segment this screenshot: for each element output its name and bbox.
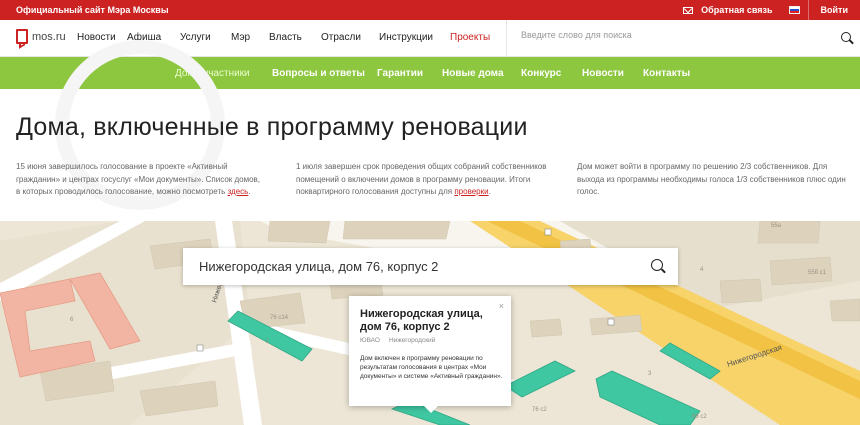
- search-icon[interactable]: [841, 32, 851, 42]
- nav-item-instructions[interactable]: Инструкции: [379, 32, 450, 43]
- tab-news[interactable]: Новости: [582, 68, 624, 79]
- tab-guarantees[interactable]: Гарантии: [377, 68, 423, 79]
- popup-title: Нижегородская улица, дом 76, корпус 2: [360, 308, 483, 333]
- divider: [807, 0, 809, 20]
- nav-item-government[interactable]: Власть: [269, 32, 321, 43]
- check-results-link[interactable]: проверки: [454, 187, 488, 196]
- tab-new-houses[interactable]: Новые дома: [442, 68, 504, 79]
- map-label-b55b: 55б с1: [808, 270, 827, 276]
- map-label-b86: 86 с2: [692, 414, 707, 420]
- info-voting: 15 июня завершилось голосование в проект…: [16, 162, 261, 196]
- mos-logo[interactable]: mos.ru: [16, 29, 66, 44]
- login-link[interactable]: Войти: [821, 5, 848, 15]
- feedback-link[interactable]: Обратная связь: [701, 5, 772, 15]
- top-bar: Официальный сайт Мэра Москвы Обратная св…: [0, 0, 860, 20]
- site-search: [506, 20, 860, 56]
- logo-icon: [16, 29, 28, 44]
- language-flag-icon[interactable]: [788, 6, 800, 14]
- nav-item-mayor[interactable]: Мэр: [231, 32, 269, 43]
- site-search-input[interactable]: [521, 30, 821, 40]
- popup-meta: ЮВАО Нижегородский: [360, 337, 435, 344]
- top-bar-right: Обратная связь Войти: [683, 0, 848, 20]
- mail-icon: [683, 6, 694, 14]
- map-label-b3: 3: [648, 371, 652, 377]
- info-rules: Дом может войти в программу по решению 2…: [577, 161, 847, 199]
- info-rules-text: Дом может войти в программу по решению 2…: [577, 162, 846, 196]
- tab-contacts[interactable]: Контакты: [643, 68, 690, 79]
- map-search-input[interactable]: [199, 259, 639, 274]
- popup-area: Нижегородский: [388, 337, 436, 344]
- map-search-icon[interactable]: [651, 259, 663, 271]
- official-site-link[interactable]: Официальный сайт Мэра Москвы: [16, 5, 169, 15]
- map-search: [183, 248, 678, 285]
- nav-item-projects[interactable]: Проекты: [450, 32, 490, 43]
- tab-contest[interactable]: Конкурс: [521, 68, 561, 79]
- nav-item-services[interactable]: Услуги: [180, 32, 231, 43]
- house-info-popup: × Нижегородская улица, дом 76, корпус 2 …: [349, 296, 511, 413]
- map-label-b76k: 76 с2: [532, 407, 547, 413]
- popup-text: Дом включен в программу реновации по рез…: [360, 355, 503, 380]
- logo-text: mos.ru: [32, 30, 66, 43]
- map-label-b55a: 55а: [771, 223, 782, 229]
- page-title: Дома, включенные в программу реновации: [16, 113, 528, 141]
- info-meetings: 1 июля завершен срок проведения общих со…: [296, 162, 547, 196]
- info-voting-text: 15 июня завершилось голосование в проект…: [16, 162, 261, 196]
- voting-list-link[interactable]: здесь: [228, 187, 249, 196]
- popup-district: ЮВАО: [360, 337, 380, 344]
- map-label-b76: 76 с14: [270, 315, 289, 321]
- tab-faq[interactable]: Вопросы и ответы: [272, 68, 365, 79]
- nav-item-industries[interactable]: Отрасли: [321, 32, 379, 43]
- info-meetings-text: 1 июля завершен срок проведения общих со…: [296, 162, 547, 196]
